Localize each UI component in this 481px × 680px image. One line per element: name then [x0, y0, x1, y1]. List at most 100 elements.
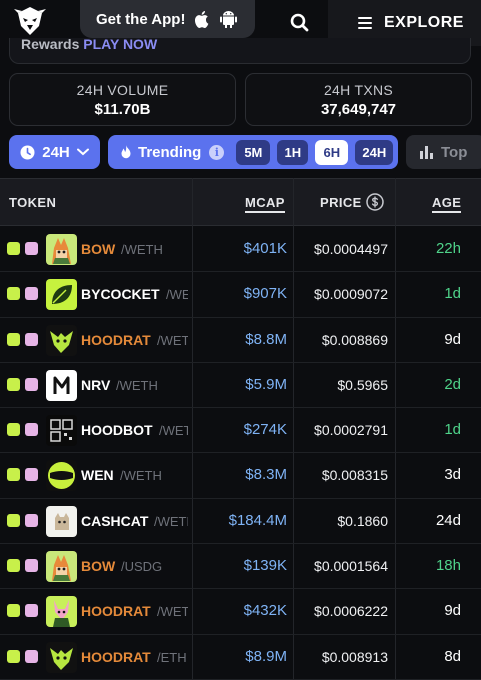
- token-mcap: $432K: [243, 602, 287, 620]
- token-price: $0.0006222: [314, 603, 388, 620]
- token-age: 2d: [444, 375, 461, 393]
- pump-badge-icon: [25, 649, 38, 663]
- clock-icon: [20, 145, 35, 159]
- pump-badge-icon: [25, 468, 38, 482]
- token-mcap: $8.8M: [245, 330, 287, 348]
- chevron-down-icon: [76, 148, 89, 156]
- token-name: HOODRAT: [81, 648, 151, 665]
- badge-group: [7, 242, 38, 255]
- rewards-banner[interactable]: Rewards PLAY NOW: [9, 38, 471, 64]
- token-mcap: $8.3M: [245, 466, 287, 484]
- badge-group: [7, 423, 38, 437]
- token-pair: /USDG: [121, 559, 163, 575]
- badge-group: [7, 377, 38, 391]
- table-header: TOKEN MCAP PRICE AGE: [0, 178, 481, 226]
- top-label: Top: [441, 143, 468, 161]
- stat-value: $11.70B: [94, 101, 151, 118]
- token-price: $0.5965: [337, 376, 388, 393]
- token-age: 9d: [444, 602, 461, 620]
- token-mcap: $5.9M: [245, 375, 287, 393]
- token-pair: /WETH: [116, 377, 158, 393]
- token-price: $0.008913: [321, 648, 388, 665]
- token-avatar: [46, 551, 77, 583]
- badge-group: [7, 332, 38, 346]
- timeframe-24h[interactable]: 24H: [355, 139, 394, 165]
- pump-badge-icon: [25, 604, 38, 618]
- pump-badge-icon: [25, 332, 38, 346]
- eagle-logo-icon[interactable]: [13, 4, 47, 38]
- trending-filter[interactable]: Trending i 5M 1H 6H 24H: [108, 135, 398, 169]
- token-name: CASHCAT: [81, 512, 149, 529]
- timeframe-5m[interactable]: 5M: [236, 139, 271, 165]
- badge-group: [7, 468, 38, 482]
- token-avatar: [46, 369, 77, 401]
- top-filter[interactable]: Top: [406, 135, 481, 169]
- bolt-badge-icon: [7, 604, 20, 618]
- token-avatar: [46, 641, 77, 673]
- bolt-badge-icon: [7, 559, 20, 573]
- token-price: $0.0002791: [314, 422, 388, 439]
- token-age: 3d: [444, 466, 461, 484]
- play-now-link[interactable]: PLAY NOW: [83, 38, 157, 52]
- get-app-button[interactable]: Get the App!: [80, 0, 255, 38]
- token-pair: /WETH: [154, 513, 188, 529]
- token-age: 24d: [435, 511, 461, 529]
- pump-badge-icon: [25, 242, 38, 255]
- token-name: WEN: [81, 467, 114, 484]
- table-row[interactable]: WEN /WETH $8.3M $0.008315 3d: [0, 453, 481, 499]
- badge-group: [7, 649, 38, 663]
- token-pair: /WETH: [121, 242, 163, 257]
- token-price: $0.008869: [321, 331, 388, 348]
- token-name: HOODBOT: [81, 422, 153, 439]
- column-price[interactable]: PRICE: [320, 195, 362, 210]
- stat-card-volume: 24H VOLUME $11.70B: [9, 73, 236, 126]
- bolt-badge-icon: [7, 242, 20, 255]
- bolt-badge-icon: [7, 287, 20, 301]
- token-age: 1d: [444, 421, 461, 439]
- badge-group: [7, 559, 38, 573]
- token-price: $0.1860: [337, 512, 388, 529]
- table-row[interactable]: NRV /WETH $5.9M $0.5965 2d: [0, 363, 481, 409]
- column-age[interactable]: AGE: [432, 195, 462, 213]
- table-row[interactable]: BOW /USDG $139K $0.0001564 18h: [0, 544, 481, 590]
- token-mcap: $401K: [243, 240, 287, 257]
- token-price: $0.0004497: [314, 241, 388, 257]
- currency-toggle-icon[interactable]: [366, 193, 384, 211]
- table-row[interactable]: HOODRAT /ETH $8.9M $0.008913 8d: [0, 635, 481, 680]
- stat-card-txns: 24H TXNS 37,649,747: [245, 73, 472, 126]
- badge-group: [7, 287, 38, 301]
- column-mcap[interactable]: MCAP: [245, 195, 285, 213]
- timeframe-1h[interactable]: 1H: [277, 139, 309, 165]
- table-row[interactable]: HOODBOT /WETH $274K $0.0002791 1d: [0, 408, 481, 454]
- token-name: BOW: [81, 241, 116, 257]
- token-mcap: $139K: [243, 557, 287, 575]
- token-name: BOW: [81, 558, 116, 575]
- token-age: 1d: [444, 285, 461, 303]
- android-icon: [220, 11, 238, 28]
- rewards-prefix: Rewards: [21, 38, 80, 52]
- token-avatar: [46, 415, 77, 447]
- bar-chart-icon: [420, 145, 433, 159]
- column-token: TOKEN: [9, 195, 57, 210]
- stat-label: 24H TXNS: [323, 82, 394, 98]
- table-row[interactable]: BOW /WETH $401K $0.0004497 22h: [0, 227, 481, 273]
- period-dropdown[interactable]: 24H: [9, 135, 100, 169]
- token-age: 18h: [435, 557, 461, 575]
- apple-icon: [195, 11, 209, 28]
- token-mcap: $274K: [243, 421, 287, 439]
- table-row[interactable]: BYCOCKET /WET $907K $0.0009072 1d: [0, 272, 481, 318]
- timeframe-6h[interactable]: 6H: [315, 139, 349, 165]
- search-icon[interactable]: [287, 10, 313, 36]
- table-row[interactable]: CASHCAT /WETH $184.4M $0.1860 24d: [0, 499, 481, 545]
- token-price: $0.0001564: [314, 558, 388, 575]
- token-pair: /WETH: [157, 332, 188, 348]
- token-age: 8d: [444, 647, 461, 665]
- token-avatar: [46, 460, 77, 492]
- table-row[interactable]: HOODRAT /WETH $8.8M $0.008869 9d: [0, 318, 481, 363]
- bolt-badge-icon: [7, 649, 20, 663]
- bolt-badge-icon: [7, 332, 20, 346]
- info-icon[interactable]: i: [209, 144, 225, 160]
- token-mcap: $8.9M: [245, 647, 287, 665]
- table-row[interactable]: HOODRAT /WETH $432K $0.0006222 9d: [0, 589, 481, 635]
- pump-badge-icon: [25, 423, 38, 437]
